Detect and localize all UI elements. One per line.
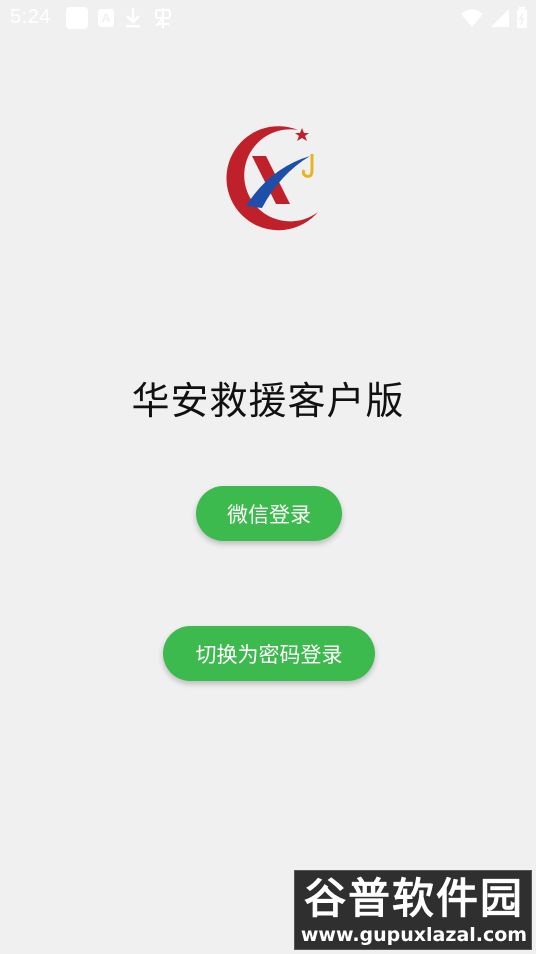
- watermark-url: www.gupuxlazal.com: [300, 924, 528, 946]
- password-login-button[interactable]: 切换为密码登录: [163, 626, 375, 681]
- battery-icon: [517, 7, 527, 28]
- logo-star: [295, 128, 309, 141]
- download-icon: [126, 8, 140, 28]
- bug-icon: [155, 8, 171, 28]
- system-icons: [460, 6, 528, 30]
- wifi-icon: [461, 9, 483, 27]
- text-a-icon: A: [98, 9, 114, 27]
- wechat-login-button[interactable]: 微信登录: [196, 486, 342, 541]
- app-square-icon: [66, 7, 88, 29]
- app-logo: [226, 126, 318, 231]
- status-bar: 5:24 A: [0, 0, 536, 36]
- signal-icon: [491, 9, 509, 27]
- status-time: 5:24: [10, 6, 51, 28]
- app-title: 华安救援客户版: [131, 379, 405, 423]
- watermark: 谷普软件园 www.gupuxlazal.com: [294, 870, 532, 950]
- watermark-title: 谷普软件园: [303, 874, 524, 923]
- notification-icons: A: [66, 6, 174, 30]
